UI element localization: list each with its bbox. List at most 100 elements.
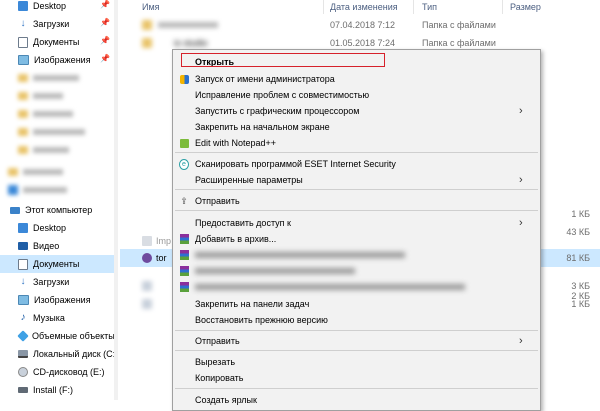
sidebar-item-blurred[interactable] — [0, 181, 118, 199]
menu-separator — [175, 210, 538, 211]
menu-item-send-to[interactable]: Отправить › — [173, 333, 540, 349]
file-size: 81 КБ — [566, 253, 590, 263]
sidebar-item-desktop-pc[interactable]: Desktop — [0, 219, 118, 237]
sidebar-item-pictures-pc[interactable]: Изображения — [0, 291, 118, 309]
sidebar-item-label: Объемные объекты — [32, 331, 115, 341]
menu-item-label: Закрепить на панели задач — [195, 299, 310, 309]
sidebar-item-label: Документы — [33, 259, 80, 269]
submenu-arrow-icon: › — [519, 174, 523, 186]
navigation-pane: Desktop 📌 ↓ Загрузки 📌 Документы 📌 Изобр… — [0, 0, 120, 400]
folder-icon — [18, 92, 28, 100]
usb-drive-icon — [18, 387, 28, 393]
menu-item-copy[interactable]: Копировать — [173, 370, 540, 386]
file-type: Папка с файлами — [422, 20, 496, 30]
computer-icon — [10, 206, 20, 214]
menu-item-restore-previous[interactable]: Восстановить прежнюю версию — [173, 312, 540, 328]
menu-item-create-shortcut[interactable]: Создать ярлык — [173, 392, 540, 408]
menu-item-run-with-gpu[interactable]: Запустить с графическим процессором › — [173, 103, 540, 119]
sidebar-item-downloads[interactable]: ↓ Загрузки 📌 — [0, 15, 118, 33]
pictures-icon — [18, 55, 29, 65]
column-divider[interactable] — [323, 0, 324, 14]
sidebar-item-label: CD-дисковод (E:) — [33, 367, 105, 377]
sidebar-item-install-drive[interactable]: Install (F:) — [0, 381, 118, 399]
uac-shield-icon — [179, 74, 189, 84]
menu-item-pin-taskbar[interactable]: Закрепить на панели задач — [173, 296, 540, 312]
folder-icon — [142, 38, 152, 48]
menu-item-label: Вырезать — [195, 357, 236, 367]
tor-browser-icon — [142, 253, 152, 263]
menu-item-add-to-archive[interactable]: Добавить в архив... — [173, 231, 540, 247]
folder-icon — [18, 74, 28, 82]
documents-icon — [18, 258, 28, 270]
menu-item-share[interactable]: ⇪ Отправить — [173, 193, 540, 209]
folder-icon — [18, 146, 28, 154]
menu-separator — [175, 189, 538, 190]
folder-icon — [18, 128, 28, 136]
sidebar-item-blurred[interactable] — [0, 123, 118, 141]
menu-item-label-blurred — [195, 252, 405, 258]
file-size: 1 КБ — [571, 299, 590, 309]
menu-item-advanced-options[interactable]: Расширенные параметры › — [173, 172, 540, 188]
documents-icon — [18, 36, 28, 48]
sidebar-item-blurred[interactable] — [0, 87, 118, 105]
folder-icon — [142, 20, 152, 30]
sidebar-item-local-disk[interactable]: Локальный диск (C: — [0, 345, 118, 363]
pin-icon: 📌 — [100, 36, 110, 45]
menu-item-label: Edit with Notepad++ — [195, 138, 277, 148]
column-header-name[interactable]: Имя — [142, 0, 160, 14]
context-menu: Открыть Запуск от имени администратора И… — [172, 49, 541, 411]
menu-item-troubleshoot-compat[interactable]: Исправление проблем с совместимостью — [173, 87, 540, 103]
sidebar-item-this-pc[interactable]: Этот компьютер — [0, 201, 118, 219]
column-header-size[interactable]: Размер — [510, 0, 541, 14]
menu-item-label: Запустить с графическим процессором — [195, 106, 360, 116]
sidebar-item-label: Музыка — [33, 313, 65, 323]
sidebar-scrollbar[interactable] — [114, 0, 118, 400]
menu-item-edit-notepadpp[interactable]: Edit with Notepad++ — [173, 135, 540, 151]
pictures-icon — [18, 295, 29, 305]
menu-item-archive-blurred[interactable] — [173, 279, 540, 295]
menu-item-cut[interactable]: Вырезать — [173, 354, 540, 370]
menu-item-label: Копировать — [195, 373, 244, 383]
winrar-icon — [179, 250, 189, 260]
sidebar-item-blurred[interactable] — [0, 141, 118, 159]
sidebar-item-label: Этот компьютер — [25, 205, 93, 215]
menu-item-run-as-admin[interactable]: Запуск от имени администратора — [173, 71, 540, 87]
column-header-type[interactable]: Тип — [422, 0, 437, 14]
column-divider[interactable] — [413, 0, 414, 14]
sidebar-item-label: Изображения — [34, 55, 91, 65]
sidebar-item-blurred[interactable] — [0, 69, 118, 87]
sidebar-item-3d-objects[interactable]: Объемные объекты — [0, 327, 118, 345]
menu-item-archive-blurred[interactable] — [173, 263, 540, 279]
cloud-icon — [8, 185, 18, 195]
sidebar-item-blurred[interactable] — [0, 105, 118, 123]
music-icon: ♪ — [20, 312, 26, 323]
menu-item-label-blurred — [195, 268, 355, 274]
downloads-icon: ↓ — [20, 276, 26, 287]
menu-item-pin-start[interactable]: Закрепить на начальном экране — [173, 119, 540, 135]
sidebar-item-documents-pc[interactable]: Документы — [0, 255, 118, 273]
sidebar-item-label: Install (F:) — [33, 385, 74, 395]
sidebar-item-videos[interactable]: Видео — [0, 237, 118, 255]
sidebar-item-label: Документы — [33, 37, 80, 47]
sidebar-item-label: Локальный диск (C: — [33, 349, 116, 359]
desktop-folder-icon — [18, 1, 28, 11]
folder-icon — [18, 110, 28, 118]
column-divider[interactable] — [502, 0, 503, 14]
sidebar-item-pictures[interactable]: Изображения 📌 — [0, 51, 118, 69]
pin-icon: 📌 — [100, 18, 110, 27]
column-header-date[interactable]: Дата изменения — [330, 0, 398, 14]
sidebar-item-blurred[interactable] — [0, 163, 118, 181]
sidebar-item-downloads-pc[interactable]: ↓ Загрузки — [0, 273, 118, 291]
sidebar-item-cd-drive[interactable]: CD-дисковод (E:) — [0, 363, 118, 381]
sidebar-item-label: Desktop — [33, 1, 67, 11]
sidebar-item-music[interactable]: ♪ Музыка — [0, 309, 118, 327]
table-row[interactable]: 07.04.2018 7:12 Папка с файлами — [120, 16, 600, 34]
menu-item-eset-scan[interactable]: e Сканировать программой ESET Internet S… — [173, 156, 540, 172]
notepad-plus-plus-icon — [179, 138, 189, 148]
sidebar-item-documents[interactable]: Документы 📌 — [0, 33, 118, 51]
menu-item-label: Расширенные параметры — [195, 175, 303, 185]
menu-item-archive-blurred[interactable] — [173, 247, 540, 263]
sidebar-item-desktop[interactable]: Desktop 📌 — [0, 0, 118, 15]
menu-item-label: Добавить в архив... — [195, 234, 277, 244]
menu-item-give-access[interactable]: Предоставить доступ к › — [173, 215, 540, 231]
